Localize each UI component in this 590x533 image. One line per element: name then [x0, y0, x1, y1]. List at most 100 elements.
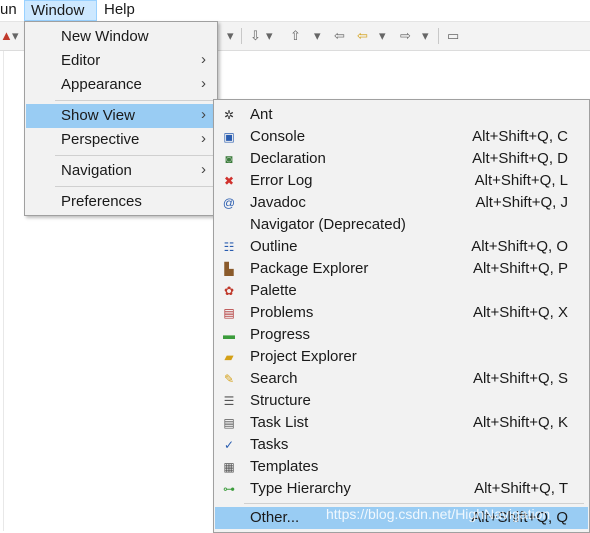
menu-item-label: Show View — [61, 107, 135, 124]
palette-icon: ✿ — [223, 284, 235, 298]
menubar-run[interactable]: un — [0, 0, 22, 21]
menu-item-label: Search — [250, 370, 298, 387]
menu-separator — [55, 100, 213, 101]
menu-item-search[interactable]: ✎ Search Alt+Shift+Q, S — [215, 368, 588, 390]
menu-item-shortcut: Alt+Shift+Q, C — [472, 128, 568, 145]
back-icon[interactable]: ⇦ — [357, 27, 368, 45]
menu-item-label: Task List — [250, 414, 309, 431]
menu-item-label: Templates — [250, 458, 319, 475]
menu-item-navigator[interactable]: Navigator (Deprecated) — [215, 214, 588, 236]
menu-item-shortcut: Alt+Shift+Q, O — [471, 238, 568, 255]
templates-icon: ▦ — [223, 460, 235, 474]
menu-item-templates[interactable]: ▦ Templates — [215, 456, 588, 478]
dropdown-arrow-icon[interactable]: ▾ — [266, 27, 273, 45]
menu-item-label: Structure — [250, 392, 311, 409]
menu-item-palette[interactable]: ✿ Palette — [215, 280, 588, 302]
menu-item-label: Preferences — [61, 193, 142, 210]
menu-item-shortcut: Alt+Shift+Q, K — [472, 414, 568, 431]
menu-item-label: Progress — [250, 326, 311, 343]
menu-item-label: Palette — [250, 282, 297, 299]
menu-item-console[interactable]: ▣ Console Alt+Shift+Q, C — [215, 126, 588, 148]
menu-item-javadoc[interactable]: @ Javadoc Alt+Shift+Q, J — [215, 192, 588, 214]
menu-item-shortcut: Alt+Shift+Q, L — [474, 172, 568, 189]
project-explorer-icon: ▰ — [224, 350, 234, 364]
menu-item-label: New Window — [61, 28, 149, 45]
menu-item-ant[interactable]: ✲ Ant — [215, 104, 588, 126]
javadoc-icon: @ — [222, 196, 236, 210]
menu-item-shortcut: Alt+Shift+Q, X — [472, 304, 568, 321]
menu-item-editor[interactable]: Editor › — [26, 49, 216, 73]
menu-item-navigation[interactable]: Navigation › — [26, 159, 216, 183]
menu-item-shortcut: Alt+Shift+Q, J — [475, 194, 568, 211]
menu-item-shortcut: Alt+Shift+Q, S — [472, 370, 568, 387]
declaration-icon: ◙ — [225, 152, 233, 166]
package-explorer-icon: ▙ — [224, 262, 234, 276]
dropdown-arrow-icon[interactable]: ▾ — [422, 27, 429, 45]
dropdown-arrow-icon[interactable]: ▾ — [12, 27, 19, 45]
menu-item-label: Other... — [250, 509, 300, 526]
forward-icon[interactable]: ⇨ — [400, 27, 411, 45]
menu-item-label: Error Log — [250, 172, 313, 189]
tasks-icon: ✓ — [223, 438, 235, 452]
dropdown-arrow-icon[interactable]: ▾ — [314, 27, 321, 45]
menubar-help[interactable]: Help — [104, 0, 144, 21]
menu-item-perspective[interactable]: Perspective › — [26, 128, 216, 152]
type-hierarchy-icon: ⊶ — [223, 482, 235, 496]
run-icon[interactable]: ▲ — [0, 27, 13, 45]
chevron-right-icon: › — [201, 130, 206, 147]
previous-annotation-icon[interactable]: ⇧ — [290, 27, 301, 45]
menu-item-project-explorer[interactable]: ▰ Project Explorer — [215, 346, 588, 368]
last-edit-location-icon[interactable]: ⇦ — [334, 27, 345, 45]
console-icon: ▣ — [223, 130, 235, 144]
menu-item-error-log[interactable]: ✖ Error Log Alt+Shift+Q, L — [215, 170, 588, 192]
chevron-right-icon: › — [201, 161, 206, 178]
menu-item-label: Ant — [250, 106, 273, 123]
menu-item-label: Appearance — [61, 76, 142, 93]
menu-item-outline[interactable]: ☷ Outline Alt+Shift+Q, O — [215, 236, 588, 258]
ant-icon: ✲ — [223, 108, 235, 122]
menu-item-label: Project Explorer — [250, 348, 357, 365]
watermark: https://blog.csdn.net/HighNavigation — [326, 506, 551, 522]
search-icon: ✎ — [223, 372, 235, 386]
menu-item-problems[interactable]: ▤ Problems Alt+Shift+Q, X — [215, 302, 588, 324]
dropdown-arrow-icon[interactable]: ▾ — [227, 27, 234, 45]
menu-item-label: Type Hierarchy — [250, 480, 351, 497]
menu-item-structure[interactable]: ☰ Structure — [215, 390, 588, 412]
menu-separator — [55, 186, 213, 187]
menu-item-shortcut: Alt+Shift+Q, P — [472, 260, 568, 277]
menu-item-declaration[interactable]: ◙ Declaration Alt+Shift+Q, D — [215, 148, 588, 170]
window-menu: New Window Editor › Appearance › Show Vi… — [24, 21, 218, 216]
menu-item-label: Javadoc — [250, 194, 306, 211]
menu-item-show-view[interactable]: Show View › — [26, 104, 216, 128]
menubar: un Window Help — [0, 0, 590, 22]
structure-icon: ☰ — [223, 394, 235, 408]
menu-item-label: Perspective — [61, 131, 140, 148]
menu-item-label: Editor — [61, 52, 101, 69]
task-list-icon: ▤ — [223, 416, 235, 430]
progress-icon: ▬ — [223, 328, 235, 342]
problems-icon: ▤ — [223, 306, 235, 320]
menu-item-tasks[interactable]: ✓ Tasks — [215, 434, 588, 456]
menu-item-label: Navigator (Deprecated) — [250, 216, 406, 233]
menubar-window[interactable]: Window — [24, 0, 97, 21]
menu-item-new-window[interactable]: New Window — [26, 25, 216, 49]
error-log-icon: ✖ — [223, 174, 235, 188]
chevron-right-icon: › — [201, 51, 206, 68]
menu-separator — [55, 155, 213, 156]
chevron-right-icon: › — [201, 106, 206, 123]
menu-item-progress[interactable]: ▬ Progress — [215, 324, 588, 346]
menu-item-package-explorer[interactable]: ▙ Package Explorer Alt+Shift+Q, P — [215, 258, 588, 280]
menu-item-task-list[interactable]: ▤ Task List Alt+Shift+Q, K — [215, 412, 588, 434]
pin-editor-icon[interactable]: ▭ — [447, 27, 459, 45]
next-annotation-icon[interactable]: ⇩ — [250, 27, 261, 45]
menu-item-label: Outline — [250, 238, 298, 255]
menu-item-preferences[interactable]: Preferences — [26, 190, 216, 214]
menu-item-appearance[interactable]: Appearance › — [26, 73, 216, 97]
dropdown-arrow-icon[interactable]: ▾ — [379, 27, 386, 45]
toolbar-separator — [241, 28, 242, 44]
menu-item-shortcut: Alt+Shift+Q, D — [472, 150, 568, 167]
menu-item-shortcut: Alt+Shift+Q, T — [474, 480, 568, 497]
menu-item-type-hierarchy[interactable]: ⊶ Type Hierarchy Alt+Shift+Q, T — [215, 478, 588, 500]
menu-item-label: Problems — [250, 304, 314, 321]
chevron-right-icon: › — [201, 75, 206, 92]
